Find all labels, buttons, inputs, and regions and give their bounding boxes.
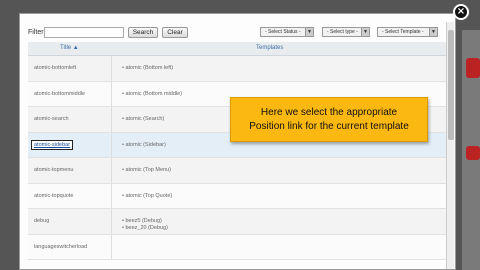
background-red-button: [466, 146, 480, 160]
position-link[interactable]: atomic-topquote: [34, 193, 73, 199]
modal-scrollbar[interactable]: [446, 22, 454, 269]
position-title-cell: debug: [28, 209, 112, 234]
close-icon[interactable]: ×: [453, 4, 469, 20]
templates-cell: • atomic (Sidebar): [122, 142, 166, 149]
callout-line-1: Here we select the appropriate: [260, 107, 398, 118]
select-template-value: - Select Template -: [382, 29, 424, 35]
select-type-value: - Select type -: [327, 29, 358, 35]
template-entry: • atomic (Search): [122, 116, 165, 122]
position-link[interactable]: atomic-sidebar: [31, 139, 74, 150]
table-row: languageswitcherload: [28, 234, 446, 260]
select-status-dropdown[interactable]: - Select Status - ▼: [260, 27, 314, 37]
position-select-modal: Filter: Search Clear - Select Status - ▼ …: [19, 13, 456, 270]
templates-cell: • atomic (Search): [122, 116, 164, 123]
table-row: debug • beez5 (Debug) • beez_20 (Debug): [28, 209, 446, 235]
template-entry: • atomic (Sidebar): [122, 141, 166, 148]
templates-cell: • atomic (Top Menu): [122, 167, 171, 174]
scrollbar-thumb[interactable]: [448, 30, 454, 140]
templates-cell: • atomic (Bottom middle): [122, 91, 182, 98]
position-title-cell: atomic-sidebar: [28, 132, 112, 157]
filter-search-input[interactable]: [44, 27, 124, 38]
position-title-cell: languageswitcherload: [28, 234, 112, 259]
position-title-cell: atomic-topquote: [28, 183, 112, 208]
position-title-cell: atomic-bottomleft: [28, 56, 112, 81]
table-row: atomic-topquote • atomic (Top Quote): [28, 183, 446, 209]
position-link[interactable]: atomic-search: [34, 116, 69, 122]
position-link[interactable]: debug: [34, 218, 49, 224]
column-header-templates: Templates: [256, 45, 284, 51]
position-title-cell: atomic-bottommiddle: [28, 81, 112, 106]
chevron-down-icon: ▼: [429, 28, 437, 36]
table-row: atomic-topmenu • atomic (Top Menu): [28, 158, 446, 184]
position-link[interactable]: atomic-bottomleft: [34, 65, 76, 71]
position-title-cell: atomic-topmenu: [28, 158, 112, 183]
table-body: atomic-bottomleft • atomic (Bottom left) a…: [28, 56, 446, 260]
templates-cell: • atomic (Top Quote): [122, 193, 172, 200]
chevron-down-icon: ▼: [361, 28, 369, 36]
column-header-title[interactable]: Title ▲: [60, 45, 79, 51]
table-row: atomic-bottomleft • atomic (Bottom left): [28, 56, 446, 82]
template-entry: • atomic (Bottom middle): [122, 90, 182, 97]
background-red-button: [466, 58, 480, 78]
positions-table: Title ▲ Templates atomic-bottomleft • ato…: [28, 42, 446, 260]
select-template-dropdown[interactable]: - Select Template - ▼: [377, 27, 438, 37]
filter-bar: Filter: Search Clear - Select Status - ▼ …: [28, 27, 448, 41]
template-entry: • atomic (Top Quote): [122, 192, 173, 199]
position-title-cell: atomic-search: [28, 107, 112, 132]
search-button[interactable]: Search: [128, 27, 158, 38]
tutorial-callout: Here we select the appropriate Position …: [230, 97, 428, 142]
position-link[interactable]: atomic-topmenu: [34, 167, 73, 173]
select-status-value: - Select Status -: [265, 29, 301, 35]
callout-line-2: Position link for the current template: [249, 121, 409, 132]
table-header: Title ▲ Templates: [28, 42, 446, 56]
chevron-down-icon: ▼: [305, 28, 313, 36]
filter-label: Filter:: [28, 29, 46, 36]
select-type-dropdown[interactable]: - Select type - ▼: [322, 27, 370, 37]
templates-cell: • atomic (Bottom left): [122, 65, 173, 72]
template-entry: • atomic (Top Menu): [122, 167, 171, 173]
position-link[interactable]: languageswitcherload: [34, 244, 87, 250]
clear-button[interactable]: Clear: [162, 27, 188, 38]
templates-cell: • beez5 (Debug) • beez_20 (Debug): [122, 218, 168, 232]
position-link[interactable]: atomic-bottommiddle: [34, 91, 85, 97]
template-entry: • atomic (Bottom left): [122, 65, 174, 71]
template-entry: • beez_20 (Debug): [122, 225, 168, 231]
template-entry: • beez5 (Debug): [122, 218, 162, 224]
